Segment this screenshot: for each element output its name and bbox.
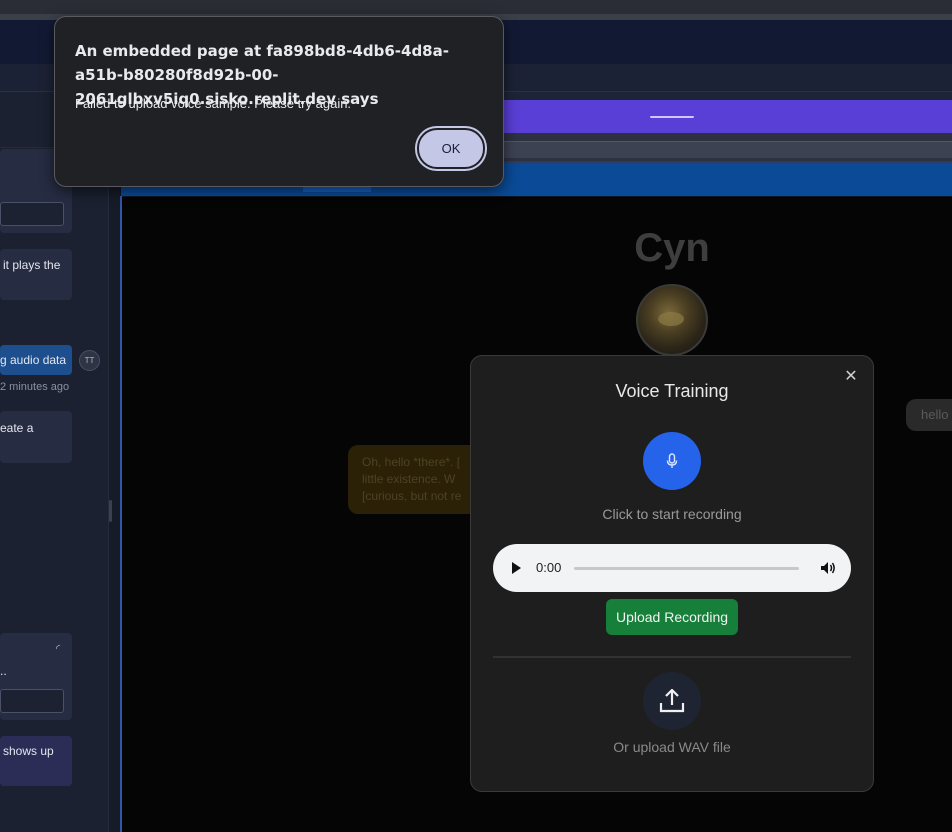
record-button[interactable] [643,432,701,490]
screen: ◜ it plays the g audio data TT 2 minutes… [0,0,952,832]
chat-message-text: shows up [3,744,54,758]
alert-message: Failed to upload voice sample. Please tr… [75,96,352,111]
preview-address-input[interactable] [503,141,952,158]
upload-wav-label: Or upload WAV file [613,739,731,755]
chat-card-text: .. [0,664,7,678]
chat-message-text: it plays the [3,258,61,272]
user-chat-bubble: hello [906,399,952,431]
player-time: 0:00 [536,560,562,575]
character-avatar [636,284,708,356]
volume-icon[interactable] [819,559,837,577]
modal-divider [493,656,851,658]
voice-training-modal: Voice Training ✕ Click to start recordin… [470,355,874,792]
bot-message-line: Oh, hello *there*. [ [362,455,461,469]
resize-handle[interactable] [109,500,112,522]
chat-card-bottom: ◜ [0,633,72,720]
upload-icon [659,688,685,713]
gauge-icon[interactable]: ◜ [52,643,64,655]
bot-message-line: [curious, but not re [362,489,462,503]
browser-top-strip [0,0,952,14]
close-icon[interactable]: ✕ [842,368,860,386]
audio-player: 0:00 [493,544,851,592]
bot-chat-bubble: Oh, hello *there*. [ little existence. W… [348,445,484,514]
preview-header-indicator [650,116,694,118]
page-title: Cyn [634,226,710,270]
panel-divider [108,92,120,832]
alert-dialog: An embedded page at fa898bd8-4db6-4d8a-a… [54,16,504,187]
bot-message-line: little existence. W [362,472,456,486]
message-timestamp: 2 minutes ago [0,381,70,393]
microphone-icon [666,453,678,468]
upload-wav-button[interactable] [643,672,701,730]
preview-header-purple [503,100,952,133]
chat-card-input[interactable] [0,689,64,713]
player-progress-track[interactable] [574,567,799,570]
upload-recording-button[interactable]: Upload Recording [606,599,738,635]
avatar: TT [79,350,100,371]
chat-message-text: eate a [0,421,34,435]
chat-card-input[interactable] [0,202,64,226]
user-message-text: g audio data [0,353,67,367]
play-icon[interactable] [509,560,523,576]
modal-title: Voice Training [615,381,729,401]
ok-button[interactable]: OK [417,128,485,169]
record-label: Click to start recording [602,506,742,522]
